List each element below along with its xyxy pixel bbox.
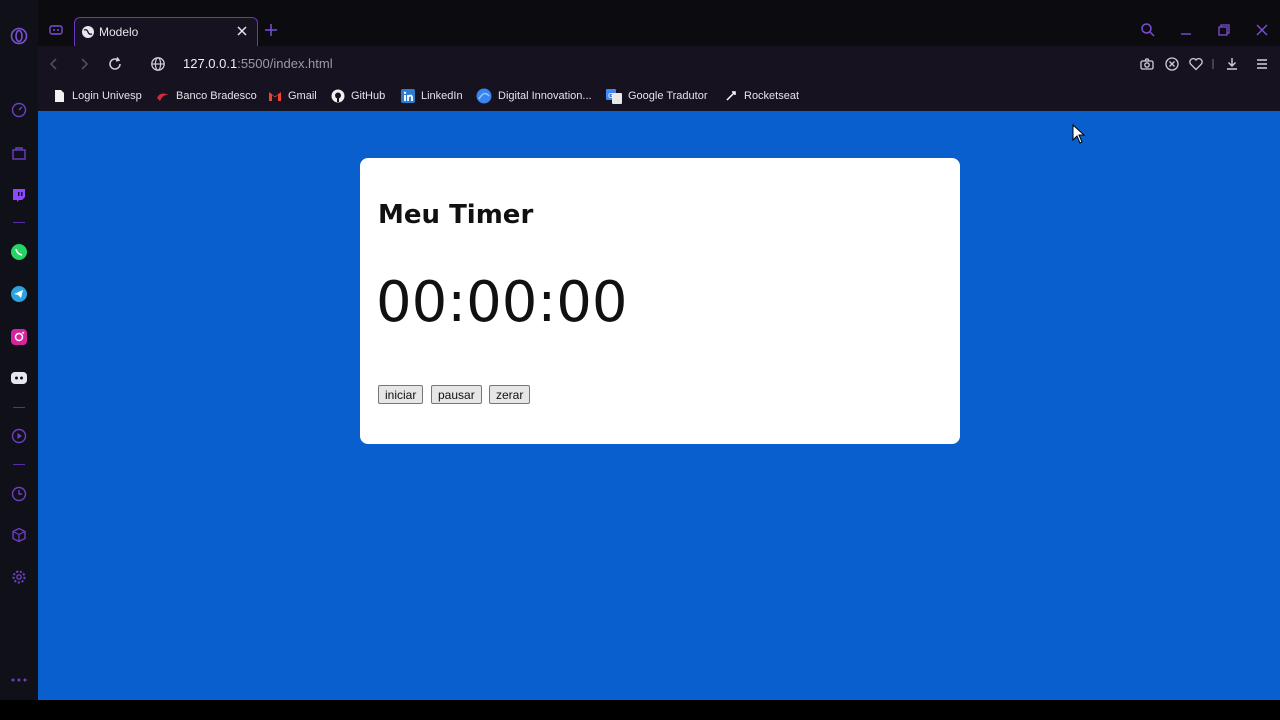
start-button[interactable]: iniciar (378, 385, 424, 404)
url-field[interactable]: 127.0.0.1:5500/index.html (183, 56, 333, 71)
gmail-icon (268, 89, 282, 103)
new-tab-plus-icon[interactable] (264, 23, 278, 37)
bookmark-label: LinkedIn (421, 90, 463, 102)
reload-icon[interactable] (107, 56, 123, 72)
reset-button[interactable]: zerar (489, 385, 531, 404)
browser-window: Modelo 127.0.0.1:5500/index.html Login U… (0, 0, 1280, 720)
snapshot-camera-icon[interactable] (1139, 56, 1155, 72)
sidebar-separator (13, 407, 25, 408)
discord-icon[interactable] (9, 368, 29, 388)
translate-icon: G (606, 88, 622, 104)
bookmark-label: GitHub (351, 90, 386, 102)
heart-icon[interactable] (1188, 56, 1204, 72)
svg-text:G: G (608, 92, 613, 100)
bookmark-rocketseat[interactable]: Rocketseat (724, 88, 799, 104)
speed-dial-icon[interactable] (9, 100, 29, 120)
opera-sidebar (0, 0, 38, 700)
close-tab-icon[interactable] (235, 24, 249, 38)
whatsapp-icon[interactable] (9, 242, 29, 262)
player-icon[interactable] (9, 426, 29, 446)
document-icon (52, 89, 66, 103)
more-options-icon[interactable] (9, 670, 29, 690)
timer-card: Meu Timer 00:00:00 iniciar pausar zerar (360, 158, 960, 444)
minimize-icon[interactable] (1178, 22, 1194, 38)
bookmark-digital-innovation[interactable]: Digital Innovation... (476, 88, 592, 104)
extensions-icon[interactable] (9, 525, 29, 545)
downloads-icon[interactable] (1224, 56, 1240, 72)
search-tabs-icon[interactable] (1140, 22, 1156, 38)
sidebar-separator (13, 464, 25, 465)
forward-arrow-icon[interactable] (76, 56, 92, 72)
tab-title: Modelo (99, 25, 139, 39)
bookmark-login-univesp[interactable]: Login Univesp (52, 88, 142, 104)
telegram-icon[interactable] (9, 284, 29, 304)
url-host: 127.0.0.1 (183, 56, 238, 71)
bookmark-label: Banco Bradesco (176, 90, 257, 102)
sidebar-separator (13, 222, 25, 223)
shopping-icon[interactable] (9, 143, 29, 163)
bookmark-label: Login Univesp (72, 90, 142, 102)
ad-blocker-icon[interactable] (1164, 56, 1180, 72)
pause-button[interactable]: pausar (431, 385, 482, 404)
tab-workspaces-icon[interactable] (48, 22, 64, 38)
mouse-pointer-icon (1072, 123, 1086, 144)
tab-modelo[interactable]: Modelo (74, 17, 258, 46)
bookmark-label: Digital Innovation... (498, 90, 592, 102)
page-viewport: Meu Timer 00:00:00 iniciar pausar zerar (38, 111, 1280, 700)
bookmark-linkedin[interactable]: LinkedIn (401, 88, 463, 104)
bookmark-banco-bradesco[interactable]: Banco Bradesco (156, 88, 257, 104)
page-title: Meu Timer (378, 200, 534, 230)
address-bar: 127.0.0.1:5500/index.html (38, 46, 1280, 81)
bookmarks-bar: Login Univesp Banco Bradesco Gmail GitHu… (38, 81, 1280, 111)
dio-icon (476, 88, 492, 104)
github-icon (331, 89, 345, 103)
easy-setup-menu-icon[interactable] (1254, 56, 1270, 72)
globe-icon (81, 25, 95, 39)
settings-gear-icon[interactable] (9, 567, 29, 587)
instagram-icon[interactable] (9, 327, 29, 347)
restore-window-icon[interactable] (1216, 22, 1232, 38)
twitch-icon[interactable] (9, 185, 29, 205)
linkedin-icon (401, 89, 415, 103)
back-arrow-icon[interactable] (46, 56, 62, 72)
tab-strip: Modelo (38, 0, 1280, 46)
history-icon[interactable] (9, 484, 29, 504)
screen-bottom-edge (0, 700, 1280, 720)
timer-display: 00:00:00 (376, 270, 628, 335)
toolbar-divider (1212, 59, 1214, 69)
bookmark-google-tradutor[interactable]: G Google Tradutor (606, 88, 708, 104)
site-info-globe-icon[interactable] (150, 56, 166, 72)
bradesco-icon (156, 89, 170, 103)
bookmark-label: Gmail (288, 90, 317, 102)
rocket-icon (724, 89, 738, 103)
bookmark-gmail[interactable]: Gmail (268, 88, 317, 104)
url-path: :5500/index.html (237, 56, 333, 71)
bookmark-label: Google Tradutor (628, 90, 708, 102)
close-window-icon[interactable] (1254, 22, 1270, 38)
bookmark-github[interactable]: GitHub (331, 88, 385, 104)
bookmark-label: Rocketseat (744, 90, 800, 102)
opera-logo-icon[interactable] (9, 26, 29, 46)
